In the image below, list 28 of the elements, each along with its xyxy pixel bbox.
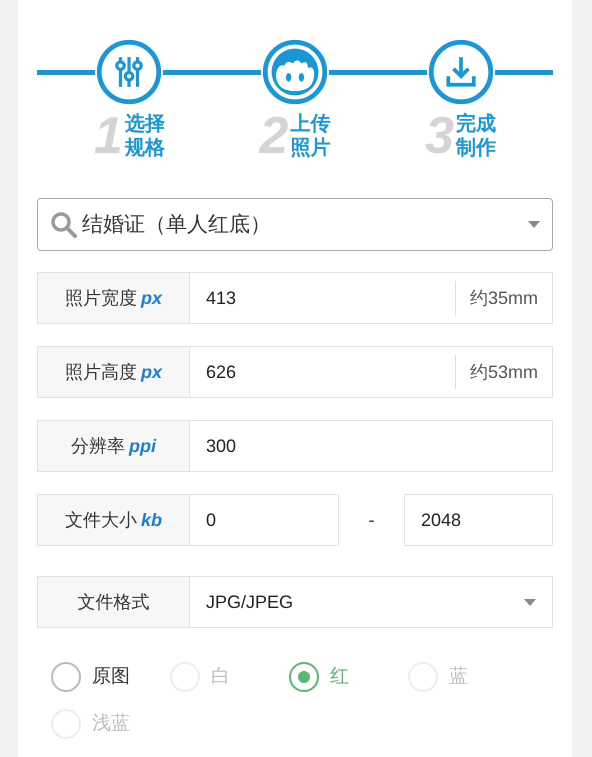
step-label: 选择 xyxy=(124,112,165,136)
spec-value: 结婚证（单人红底） xyxy=(82,212,272,238)
range-separator: - xyxy=(368,508,376,532)
input-field[interactable]: 2048 xyxy=(404,494,553,546)
input-field[interactable]: 413 xyxy=(206,284,455,312)
unit-suffix: 约35mm xyxy=(454,281,552,315)
field-label: 照片高度 px xyxy=(37,346,190,398)
radio[interactable] xyxy=(51,662,81,692)
field-label: 照片宽度 px xyxy=(37,272,190,324)
step-label: 规格 xyxy=(124,136,165,160)
input-field[interactable]: 0 xyxy=(190,494,339,546)
step-label: 制作 xyxy=(456,136,496,160)
caret-icon xyxy=(524,598,536,606)
radio[interactable] xyxy=(289,662,319,692)
step-label: 上传 xyxy=(290,112,330,136)
format-select[interactable]: JPG/JPEG xyxy=(190,576,553,628)
background-option[interactable]: 原图 xyxy=(51,662,170,692)
step-label: 照片 xyxy=(290,136,330,160)
field-label: 分辨率 ppi xyxy=(37,420,190,472)
field-label: 文件格式 xyxy=(37,576,190,628)
search-icon xyxy=(50,210,78,238)
spec-select[interactable]: 结婚证（单人红底） xyxy=(37,198,553,251)
input-field[interactable]: 300 xyxy=(190,420,553,472)
input-field[interactable]: 626 xyxy=(206,358,455,386)
caret-icon xyxy=(528,221,540,228)
step-label: 完成 xyxy=(456,112,496,136)
unit-suffix: 约53mm xyxy=(454,355,552,389)
field-label: 文件大小 kb xyxy=(37,494,190,546)
